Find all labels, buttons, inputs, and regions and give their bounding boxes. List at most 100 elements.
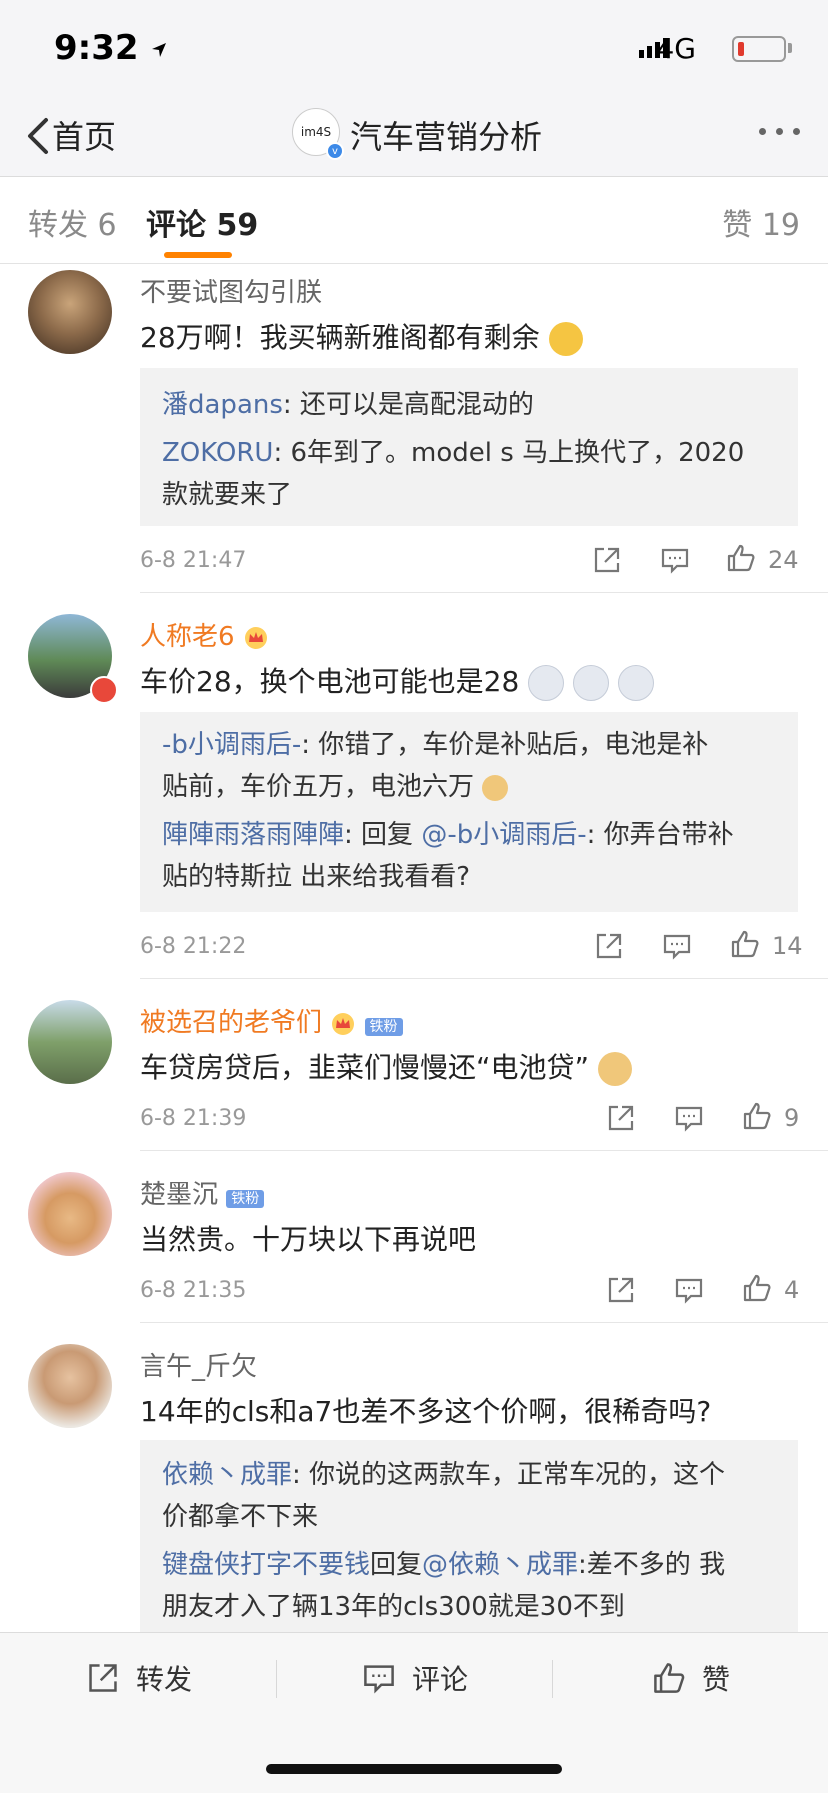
fan-badge: 铁粉 xyxy=(364,1018,403,1036)
comment-text: 14年的cls和a7也差不多这个价啊，很稀奇吗? xyxy=(140,1395,712,1428)
like-count: 9 xyxy=(784,1104,800,1132)
reply-text-cont: 朋友才入了辆13年的cls300就是30不到 xyxy=(162,1592,625,1622)
tab-likes[interactable]: 赞 19 xyxy=(722,200,800,244)
avatar[interactable] xyxy=(28,270,112,354)
avatar[interactable] xyxy=(28,1344,112,1428)
reply-text-cont: 贴的特斯拉 出来给我看看? xyxy=(162,862,471,892)
like-icon[interactable] xyxy=(742,1273,772,1303)
status-time: 9:32 xyxy=(54,28,168,68)
like-count: 24 xyxy=(768,546,799,574)
vip-badge-icon xyxy=(90,676,118,704)
reply-text-cont: 款就要来了 xyxy=(162,480,293,510)
reply-username[interactable]: 潘dapans xyxy=(162,390,283,420)
comment-text: 当然贵。十万块以下再说吧 xyxy=(140,1223,477,1256)
like-icon xyxy=(654,1663,685,1693)
reply-item: 依赖丶成罪: 你说的这两款车，正常车况的，这个 价都拿不下来 xyxy=(162,1454,776,1538)
doge-emoji-icon xyxy=(482,774,509,801)
share-icon xyxy=(89,1664,117,1692)
reply-text: 回复 xyxy=(370,1550,423,1580)
reply-text: : 你说的这两款车，正常车况的，这个 xyxy=(292,1460,726,1490)
tab-repost[interactable]: 转发 6 xyxy=(28,200,117,244)
reply-username[interactable]: ZOKORU xyxy=(162,438,273,468)
reply-item: -b小调雨后-: 你错了，车价是补贴后，电池是补 贴前，车价五万，电池六万 xyxy=(162,724,776,808)
reply-text: : 回复 xyxy=(344,820,422,850)
divider xyxy=(140,1322,828,1323)
crown-icon xyxy=(244,626,267,649)
reply-box[interactable]: -b小调雨后-: 你错了，车价是补贴后，电池是补 贴前，车价五万，电池六万 陣陣… xyxy=(140,712,798,912)
comment-time: 6-8 21:47 xyxy=(140,548,247,573)
comment-button[interactable]: 评论 xyxy=(362,1658,468,1698)
home-indicator[interactable] xyxy=(266,1764,562,1774)
like-button[interactable]: 赞 xyxy=(652,1658,730,1698)
reply-text: : 还可以是高配混动的 xyxy=(282,390,534,420)
comment-icon[interactable] xyxy=(660,545,690,575)
comment-username[interactable]: 言午_斤欠 xyxy=(140,1346,257,1383)
comment-username[interactable]: 不要试图勾引朕 xyxy=(140,272,322,309)
share-icon[interactable] xyxy=(594,931,624,961)
reply-box[interactable]: 依赖丶成罪: 你说的这两款车，正常车况的，这个 价都拿不下来 键盘侠打字不要钱回… xyxy=(140,1440,798,1632)
comment-username[interactable]: 人称老6 xyxy=(140,616,269,653)
like-icon[interactable] xyxy=(742,1101,772,1131)
reply-text-cont: 贴前，车价五万，电池六万 xyxy=(162,772,475,802)
reply-text: : 你弄台带补 xyxy=(586,820,734,850)
avatar[interactable] xyxy=(28,1000,112,1084)
battery-cap xyxy=(788,43,792,53)
repost-button[interactable]: 转发 xyxy=(86,1658,192,1698)
reply-username[interactable]: -b小调雨后- xyxy=(162,730,301,760)
share-icon[interactable] xyxy=(606,1275,636,1305)
reply-username[interactable]: 键盘侠打字不要钱 xyxy=(162,1550,370,1580)
reply-mention[interactable]: @-b小调雨后- xyxy=(421,820,586,850)
avatar[interactable] xyxy=(28,1172,112,1256)
reply-text: : 你错了，车价是补贴后，电池是补 xyxy=(301,730,709,760)
comment-text: 车价28，换个电池可能也是28 xyxy=(140,660,654,701)
like-count: 4 xyxy=(784,1276,800,1304)
fan-badge: 铁粉 xyxy=(226,1190,265,1208)
divider xyxy=(140,1150,828,1151)
comment-icon[interactable] xyxy=(662,931,692,961)
share-icon[interactable] xyxy=(592,545,622,575)
tab-active-indicator xyxy=(164,252,232,258)
like-count: 14 xyxy=(772,932,803,960)
comment-icon xyxy=(364,1665,394,1694)
laughing-dog-emoji-icon xyxy=(573,665,610,701)
divider xyxy=(276,1660,277,1698)
like-icon[interactable] xyxy=(730,929,760,959)
location-arrow-icon xyxy=(152,42,167,57)
reply-box[interactable]: 潘dapans: 还可以是高配混动的 ZOKORU: 6年到了。model s … xyxy=(140,368,798,526)
divider xyxy=(140,978,828,979)
crown-icon xyxy=(332,1012,355,1035)
comment-label: 评论 xyxy=(412,1663,469,1696)
comment-username[interactable]: 楚墨沉 铁粉 xyxy=(140,1174,265,1211)
comment-username[interactable]: 被选召的老爷们 铁粉 xyxy=(140,1002,403,1039)
reply-mention[interactable]: @依赖丶成罪 xyxy=(422,1550,578,1580)
reply-username[interactable]: 依赖丶成罪 xyxy=(162,1460,292,1490)
share-icon[interactable] xyxy=(606,1103,636,1133)
comment-text: 28万啊！我买辆新雅阁都有剩余 xyxy=(140,316,583,356)
verified-icon: v xyxy=(326,142,344,160)
divider xyxy=(140,592,828,593)
reply-username[interactable]: 陣陣雨落雨陣陣 xyxy=(162,820,344,850)
laughing-dog-emoji-icon xyxy=(617,665,654,701)
reply-item: 键盘侠打字不要钱回复@依赖丶成罪:差不多的 我 朋友才入了辆13年的cls300… xyxy=(162,1544,776,1628)
comment-time: 6-8 21:39 xyxy=(140,1106,247,1131)
tab-comments[interactable]: 评论 59 xyxy=(146,200,258,244)
laughing-dog-emoji-icon xyxy=(528,665,565,701)
reply-text-cont: 价都拿不下来 xyxy=(162,1502,319,1532)
like-label: 赞 xyxy=(702,1663,731,1696)
more-icon[interactable] xyxy=(759,128,800,135)
divider xyxy=(552,1660,553,1698)
like-icon[interactable] xyxy=(726,543,756,573)
comment-icon[interactable] xyxy=(674,1275,704,1305)
comment-icon[interactable] xyxy=(674,1103,704,1133)
battery-icon xyxy=(732,36,786,62)
reply-item: 潘dapans: 还可以是高配混动的 xyxy=(162,384,776,426)
reply-item: ZOKORU: 6年到了。model s 马上换代了，2020 款就要来了 xyxy=(162,432,776,516)
back-button[interactable]: 首页 xyxy=(52,112,116,158)
shrug-emoji-icon xyxy=(548,322,583,356)
reply-item: 陣陣雨落雨陣陣: 回复 @-b小调雨后-: 你弄台带补 贴的特斯拉 出来给我看看… xyxy=(162,814,776,898)
comment-time: 6-8 21:22 xyxy=(140,934,247,959)
comment-text: 车贷房贷后，韭菜们慢慢还“电池贷” xyxy=(140,1046,632,1086)
network-type: 4G xyxy=(656,32,696,65)
comment-time: 6-8 21:35 xyxy=(140,1278,247,1303)
page-title: 汽车营销分析 xyxy=(350,118,543,156)
